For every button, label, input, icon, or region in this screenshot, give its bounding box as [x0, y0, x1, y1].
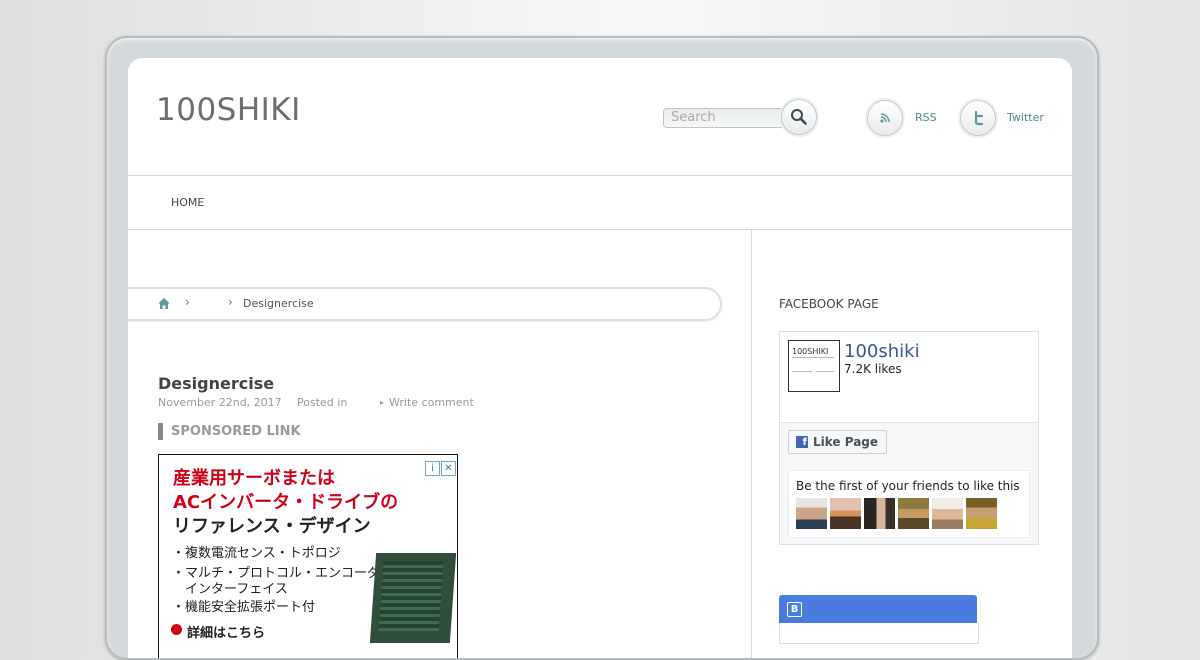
column-divider — [751, 229, 752, 658]
posted-in-label: Posted in — [297, 396, 348, 409]
ad-headline-2: ACインバータ・ドライブの — [173, 492, 399, 513]
post-date: November 22nd, 2017 — [158, 396, 282, 409]
search-button[interactable] — [781, 99, 817, 135]
facebook-page-heading: FACEBOOK PAGE — [779, 297, 879, 311]
close-icon[interactable]: ✕ — [441, 461, 456, 476]
ad-cta[interactable]: 詳細はこちら — [187, 622, 265, 641]
thumbnail-line — [792, 371, 812, 372]
thumbnail-line — [816, 371, 834, 372]
twitter-link[interactable]: Twitter — [1007, 111, 1044, 124]
facebook-icon: f — [796, 436, 808, 448]
chevron-right-icon: › — [228, 295, 233, 309]
rss-link[interactable]: RSS — [915, 111, 937, 124]
sponsored-link-label: SPONSORED LINK — [158, 423, 301, 440]
search-input[interactable]: Search — [663, 108, 792, 128]
nav-item-home[interactable]: HOME — [171, 196, 204, 209]
like-page-label: Like Page — [813, 435, 879, 449]
ad-bullet: ・機能安全拡張ポート付 — [172, 600, 316, 615]
friend-avatar[interactable] — [932, 498, 963, 529]
friends-like-text: Be the first of your friends to like thi… — [796, 479, 1020, 493]
hatena-bookmark-body — [779, 623, 979, 644]
facebook-page-thumbnail[interactable]: 100SHIKI — [788, 340, 840, 392]
site-title[interactable]: 100SHIKI — [156, 92, 301, 128]
twitter-icon — [974, 110, 984, 126]
breadcrumb: › › Designercise — [128, 287, 722, 321]
post-title[interactable]: Designercise — [158, 374, 274, 393]
ad-headline-3: リファレンス・デザイン — [173, 516, 371, 537]
friend-avatar[interactable] — [966, 498, 997, 529]
main-nav: HOME — [128, 175, 1072, 230]
like-page-button[interactable]: f Like Page — [788, 430, 888, 454]
friend-avatar[interactable] — [864, 498, 895, 529]
facebook-widget: 100SHIKI 100shiki 7.2K likes f Like Page… — [779, 331, 1039, 545]
comment-arrow-icon: ▸ — [380, 398, 385, 407]
friend-avatar[interactable] — [796, 498, 827, 529]
rss-button[interactable] — [867, 100, 903, 136]
breadcrumb-current: Designercise — [243, 297, 314, 310]
ad-bullet: ・複数電流センス・トポロジ — [172, 546, 341, 561]
facebook-page-name[interactable]: 100shiki — [844, 341, 920, 362]
advertisement[interactable]: i ✕ 産業用サーボまたは ACインバータ・ドライブの リファレンス・デザイン ・… — [158, 454, 458, 658]
hatena-bookmark-icon: B — [787, 602, 802, 617]
ad-headline-1: 産業用サーボまたは — [173, 468, 335, 489]
home-icon[interactable] — [157, 297, 171, 310]
hatena-bookmark-widget[interactable]: B — [779, 595, 977, 623]
search-icon — [791, 109, 807, 125]
thumbnail-logo-text: 100SHIKI — [792, 347, 829, 356]
facebook-like-count: 7.2K likes — [844, 362, 902, 376]
friend-avatar[interactable] — [830, 498, 861, 529]
ad-bullet: インターフェイス — [172, 582, 288, 597]
ad-controls: i ✕ — [424, 456, 456, 476]
write-comment-link[interactable]: Write comment — [389, 396, 474, 409]
thumbnail-line — [792, 357, 834, 358]
facebook-page-header: 100SHIKI 100shiki 7.2K likes — [780, 332, 1038, 423]
facebook-friends-panel: Be the first of your friends to like thi… — [788, 470, 1030, 538]
chevron-right-icon: › — [185, 295, 190, 309]
info-icon[interactable]: i — [425, 461, 440, 476]
friend-avatar[interactable] — [898, 498, 929, 529]
rss-icon — [880, 113, 890, 123]
twitter-button[interactable] — [960, 100, 996, 136]
page-container: 100SHIKI Search RSS Twitter HOME › › Des… — [128, 58, 1072, 658]
